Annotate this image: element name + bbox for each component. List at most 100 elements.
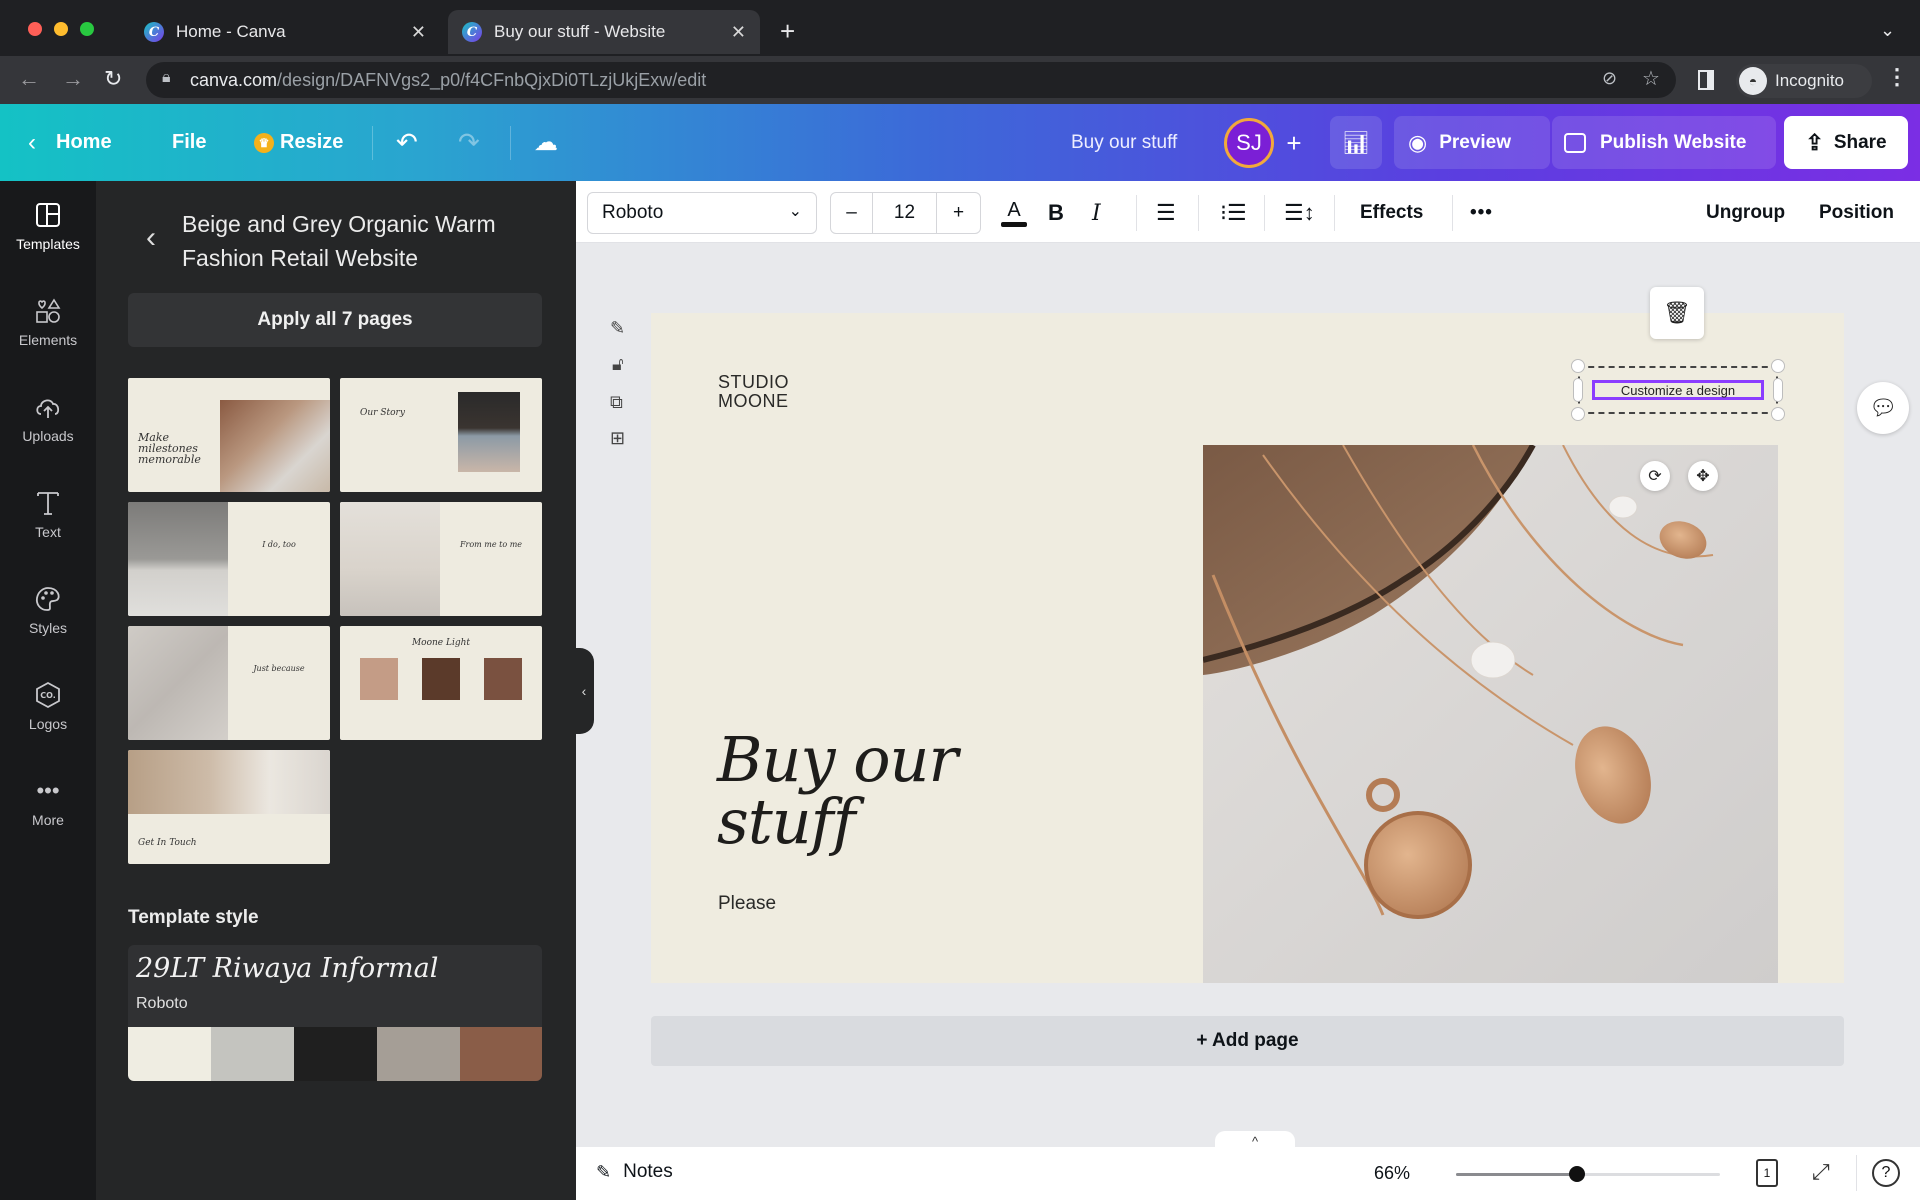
fullscreen-icon[interactable]: ⤢	[1812, 1159, 1830, 1185]
rail-item-elements[interactable]: Elements	[0, 277, 96, 367]
collapse-panel-button[interactable]: ‹	[574, 648, 594, 734]
incognito-profile-button[interactable]: ◓ Incognito	[1736, 64, 1872, 98]
add-collaborator-button[interactable]: +	[1274, 118, 1314, 168]
insights-chart-icon[interactable]: 📊︎	[1330, 116, 1382, 169]
back-chevron-icon[interactable]: ‹	[146, 221, 156, 255]
url-field[interactable]: 🔒︎ canva.com/design/DAFNVgs2_p0/f4CFnbQj…	[146, 62, 1676, 98]
notes-button[interactable]: ✎ Notes	[596, 1161, 673, 1183]
italic-button[interactable]: I	[1092, 193, 1101, 233]
selected-button-element[interactable]: Customize a design	[1592, 380, 1764, 400]
zoom-slider-thumb[interactable]	[1569, 1166, 1586, 1182]
home-button[interactable]: ‹ Home	[28, 104, 112, 181]
bookmark-star-icon[interactable]: ☆	[1642, 66, 1660, 91]
page-thumbnail[interactable]: Get In Touch	[128, 750, 330, 864]
file-menu-button[interactable]: File	[172, 104, 206, 181]
zoom-slider[interactable]	[1456, 1166, 1720, 1182]
tab-search-chevron-icon[interactable]: ⌄	[1880, 20, 1895, 41]
palette-swatch[interactable]	[211, 1027, 294, 1081]
forward-icon[interactable]: →	[62, 66, 84, 92]
resize-handle-left[interactable]	[1573, 378, 1583, 402]
template-style-card[interactable]: 29LT Riwaya Informal Roboto	[128, 945, 542, 1081]
palette-swatch[interactable]	[460, 1027, 542, 1081]
publish-website-button[interactable]: Publish Website	[1552, 116, 1776, 169]
minimize-window-button[interactable]	[54, 22, 68, 36]
notes-label: Notes	[623, 1161, 673, 1182]
thumbnail-caption: Just because	[253, 664, 305, 673]
effects-button[interactable]: Effects	[1360, 193, 1423, 233]
unlock-icon[interactable]: 🔓︎	[612, 354, 624, 375]
palette-swatch[interactable]	[377, 1027, 460, 1081]
add-page-icon[interactable]: ⊞	[610, 428, 625, 449]
apply-all-pages-button[interactable]: Apply all 7 pages	[128, 293, 542, 347]
palette-swatch[interactable]	[294, 1027, 377, 1081]
resize-handle-top-right[interactable]	[1771, 359, 1785, 373]
necklace-photo[interactable]	[1203, 445, 1778, 983]
studio-logo-text[interactable]: STUDIO MOONE	[718, 373, 789, 411]
more-options-button[interactable]: •••	[1470, 193, 1493, 233]
bold-button[interactable]: B	[1048, 193, 1064, 233]
page-thumbnail[interactable]: Make milestones memorable	[128, 378, 330, 492]
bullet-list-icon[interactable]: ⁝☰	[1220, 193, 1247, 233]
cloud-saved-icon[interactable]: ☁︎	[534, 104, 558, 181]
resize-handle-top-left[interactable]	[1571, 359, 1585, 373]
move-handle-icon[interactable]: ✥	[1688, 461, 1718, 491]
increase-font-size-button[interactable]: +	[937, 193, 980, 233]
browser-menu-icon[interactable]: ⋮	[1886, 64, 1908, 90]
help-icon[interactable]: ?	[1872, 1159, 1900, 1187]
rail-item-templates[interactable]: Templates	[0, 181, 96, 271]
rail-item-text[interactable]: Text	[0, 469, 96, 559]
position-button[interactable]: Position	[1819, 193, 1894, 233]
page-thumbnail[interactable]: Our Story	[340, 378, 542, 492]
preview-button[interactable]: ◉ Preview	[1394, 116, 1550, 169]
palette-swatch[interactable]	[128, 1027, 211, 1081]
headline-text[interactable]: Buy our stuff	[717, 729, 958, 858]
rail-item-uploads[interactable]: Uploads	[0, 373, 96, 463]
resize-handle-right[interactable]	[1773, 378, 1783, 402]
close-tab-icon[interactable]: ✕	[731, 22, 746, 43]
rail-item-logos[interactable]: CO. Logos	[0, 661, 96, 751]
canva-favicon-icon: C	[144, 22, 164, 42]
resize-handle-bottom-left[interactable]	[1571, 407, 1585, 421]
profile-label: Incognito	[1775, 71, 1844, 90]
eye-off-icon[interactable]: ⊘	[1602, 68, 1617, 89]
page-thumbnail[interactable]: Just because	[128, 626, 330, 740]
rail-item-more[interactable]: ••• More	[0, 757, 96, 847]
share-button[interactable]: ⇪ Share	[1784, 116, 1908, 169]
close-tab-icon[interactable]: ✕	[411, 22, 426, 43]
headline-line-2: stuff	[717, 785, 856, 858]
page-notes-icon[interactable]: ✎	[610, 318, 625, 339]
add-page-button[interactable]: + Add page	[651, 1016, 1844, 1066]
rotate-handle-icon[interactable]: ⟳	[1640, 461, 1670, 491]
page-thumbnail[interactable]: I do, too	[128, 502, 330, 616]
resize-button[interactable]: ♛ Resize	[254, 104, 343, 181]
font-size-input[interactable]: 12	[873, 193, 937, 233]
add-comment-button[interactable]: 💬︎	[1857, 382, 1909, 434]
reload-icon[interactable]: ↻	[104, 66, 122, 92]
duplicate-page-icon[interactable]: ⧉	[610, 392, 623, 413]
page-thumbnail[interactable]: Moone Light	[340, 626, 542, 740]
close-window-button[interactable]	[28, 22, 42, 36]
font-family-dropdown[interactable]: Roboto ⌄	[587, 192, 817, 234]
subtext[interactable]: Please	[718, 893, 776, 915]
zoom-percentage[interactable]: 66%	[1374, 1163, 1410, 1184]
align-center-icon[interactable]: ☰	[1156, 193, 1176, 233]
resize-handle-bottom-right[interactable]	[1771, 407, 1785, 421]
line-spacing-icon[interactable]: ☰↕	[1284, 193, 1315, 233]
side-panel-icon[interactable]	[1698, 70, 1714, 90]
page-thumbnail[interactable]: From me to me	[340, 502, 542, 616]
new-tab-button[interactable]: +	[780, 16, 795, 47]
decrease-font-size-button[interactable]: –	[831, 193, 873, 233]
back-icon[interactable]: ←	[18, 66, 40, 92]
maximize-window-button[interactable]	[80, 22, 94, 36]
browser-tab-website[interactable]: C Buy our stuff - Website ✕	[448, 10, 760, 54]
delete-element-button[interactable]: 🗑︎	[1650, 287, 1704, 339]
rail-item-styles[interactable]: Styles	[0, 565, 96, 655]
redo-icon[interactable]: ↷	[458, 104, 480, 181]
browser-tab-home[interactable]: C Home - Canva ✕	[130, 10, 440, 54]
page-count-button[interactable]: 1	[1756, 1159, 1778, 1187]
user-avatar[interactable]: SJ	[1224, 118, 1274, 168]
ungroup-button[interactable]: Ungroup	[1706, 193, 1785, 233]
undo-icon[interactable]: ↶	[396, 104, 418, 181]
design-title[interactable]: Buy our stuff	[1071, 104, 1177, 181]
text-color-button[interactable]: A	[1000, 193, 1028, 233]
